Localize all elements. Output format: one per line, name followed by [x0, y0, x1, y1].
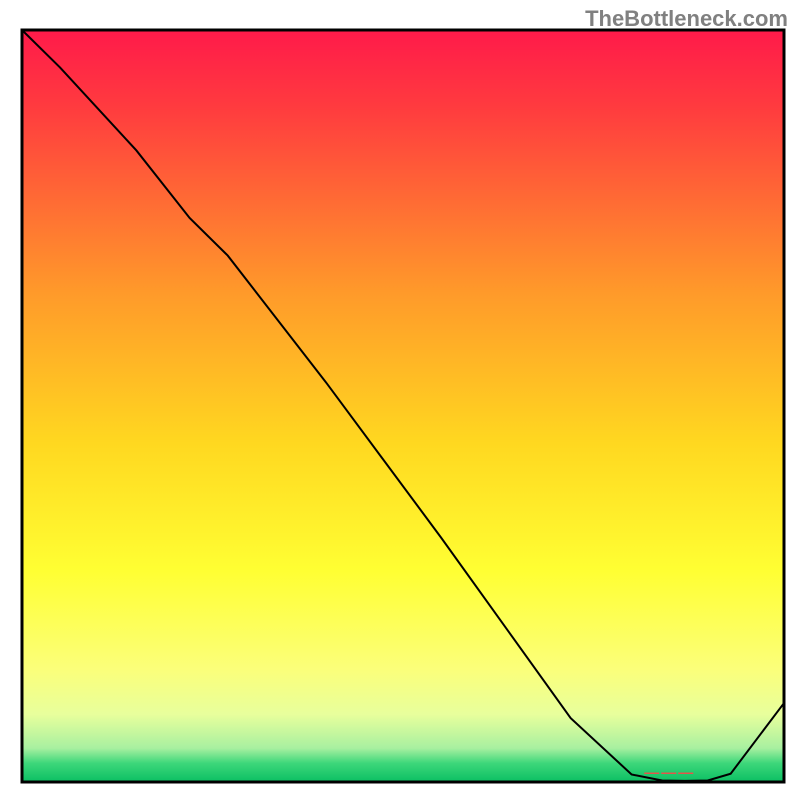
chart-container: { "watermark": "TheBottleneck.com", "cha…: [0, 0, 800, 800]
watermark-text: TheBottleneck.com: [585, 6, 788, 32]
chart-svg: ———: [0, 0, 800, 800]
min-label: ———: [644, 764, 695, 781]
plot-background: [22, 30, 784, 782]
